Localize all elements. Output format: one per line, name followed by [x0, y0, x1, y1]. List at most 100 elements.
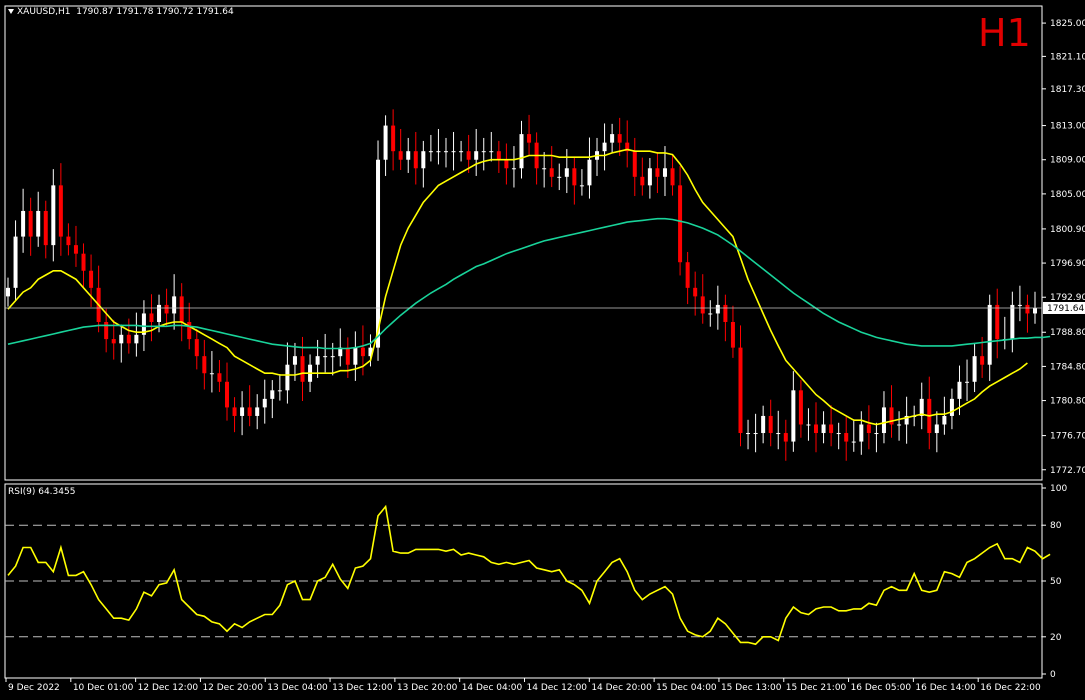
candle-body	[1010, 304, 1015, 340]
time-axis-label: 14 Dec 12:00	[527, 683, 588, 693]
candle-body	[496, 151, 501, 160]
time-axis-label: 12 Dec 12:00	[138, 683, 199, 693]
candle-body	[542, 168, 547, 170]
candle-body	[413, 151, 418, 169]
candle-body	[270, 390, 275, 399]
candle-body	[746, 433, 751, 435]
candle-body	[549, 168, 554, 177]
candle-body	[897, 424, 902, 426]
candle-body	[738, 347, 743, 434]
candle-body	[965, 381, 970, 383]
price-pane[interactable]	[5, 109, 1051, 461]
fast-moving-average-line	[7, 148, 1028, 426]
slow-moving-average-line	[7, 217, 1051, 350]
candle-body	[851, 441, 856, 443]
candle-body	[1025, 304, 1030, 314]
time-axis-label: 16 Dec 05:00	[851, 683, 912, 693]
candle-body	[972, 356, 977, 382]
candle-body	[13, 236, 18, 288]
candle-body	[406, 151, 411, 160]
time-axis-label: 10 Dec 01:00	[73, 683, 134, 693]
candle-body	[376, 159, 381, 348]
candle-body	[859, 424, 864, 442]
candle-body	[345, 347, 350, 365]
candle-body	[315, 356, 320, 365]
candle-body	[821, 424, 826, 434]
candle-body	[104, 322, 109, 340]
candle-body	[557, 176, 562, 178]
candle-body	[942, 415, 947, 425]
candle-body	[881, 407, 886, 434]
candle-body	[240, 407, 245, 416]
rsi-tick-label: 0	[1050, 670, 1056, 680]
candle-body	[353, 347, 358, 365]
price-tick-label: 1780.80	[1050, 397, 1085, 407]
price-tick-label: 1772.70	[1050, 466, 1085, 476]
price-tick-label: 1813.00	[1050, 122, 1085, 132]
price-tick-label: 1792.90	[1050, 293, 1085, 303]
candle-body	[134, 334, 139, 344]
candle-body	[980, 356, 985, 365]
candle-body	[919, 398, 924, 416]
candle-body	[844, 433, 849, 442]
rsi-tick-label: 100	[1050, 484, 1067, 494]
candle-body	[330, 356, 335, 358]
candle-body	[28, 210, 33, 237]
candle-body	[685, 262, 690, 288]
candle-body	[428, 151, 433, 153]
candle-body	[89, 270, 94, 288]
candle-body	[647, 168, 652, 186]
candle-body	[43, 210, 48, 246]
time-axis-label: 16 Dec 22:00	[980, 683, 1041, 693]
candle-body	[255, 407, 260, 416]
chart-canvas[interactable]: 1825.00 1821.10 1817.30 1813.00 1809.00 1805.…	[0, 0, 1085, 700]
candle-body	[519, 134, 524, 169]
candle-body	[866, 424, 871, 434]
candle-body	[579, 185, 584, 187]
candle-body	[806, 424, 811, 426]
current-price-tag-label: 1791.64	[1047, 304, 1084, 314]
candle-body	[58, 185, 63, 237]
candle-body	[187, 322, 192, 340]
candle-body	[391, 125, 396, 152]
candle-body	[149, 313, 154, 322]
time-axis-label: 13 Dec 04:00	[267, 683, 328, 693]
price-tick-label: 1825.00	[1050, 19, 1085, 29]
chart-frames	[4, 5, 1043, 679]
candle-body	[776, 433, 781, 435]
candle-body	[957, 381, 962, 399]
candle-body	[383, 125, 388, 160]
candle-body	[51, 185, 56, 246]
candle-body	[474, 151, 479, 160]
candle-body	[157, 304, 162, 322]
time-axis-label: 15 Dec 04:00	[656, 683, 717, 693]
candle-body	[451, 151, 456, 153]
candle-body	[791, 390, 796, 442]
candle-body	[459, 151, 464, 153]
candle-body	[398, 151, 403, 160]
candle-body	[164, 304, 169, 314]
price-tick-label: 1796.90	[1050, 259, 1085, 269]
candle-body	[949, 398, 954, 416]
time-axis-label: 13 Dec 20:00	[397, 683, 458, 693]
time-axis-label: 16 Dec 14:00	[915, 683, 976, 693]
candle-body	[21, 210, 26, 237]
candle-body	[466, 151, 471, 160]
time-axis-label: 15 Dec 21:00	[786, 683, 847, 693]
candle-body	[814, 424, 819, 434]
candle-body	[723, 304, 728, 322]
candle-body	[111, 339, 116, 344]
candle-body	[1017, 304, 1022, 306]
candle-body	[836, 433, 841, 435]
candle-body	[587, 159, 592, 186]
candle-body	[277, 390, 282, 392]
candle-body	[421, 151, 426, 169]
candle-body	[292, 356, 297, 365]
candle-body	[119, 334, 124, 344]
candle-body	[504, 159, 509, 169]
candle-body	[202, 356, 207, 374]
rsi-pane[interactable]	[5, 504, 1051, 646]
candle-body	[179, 296, 184, 322]
candle-body	[632, 151, 637, 177]
time-axis-label: 15 Dec 13:00	[721, 683, 782, 693]
